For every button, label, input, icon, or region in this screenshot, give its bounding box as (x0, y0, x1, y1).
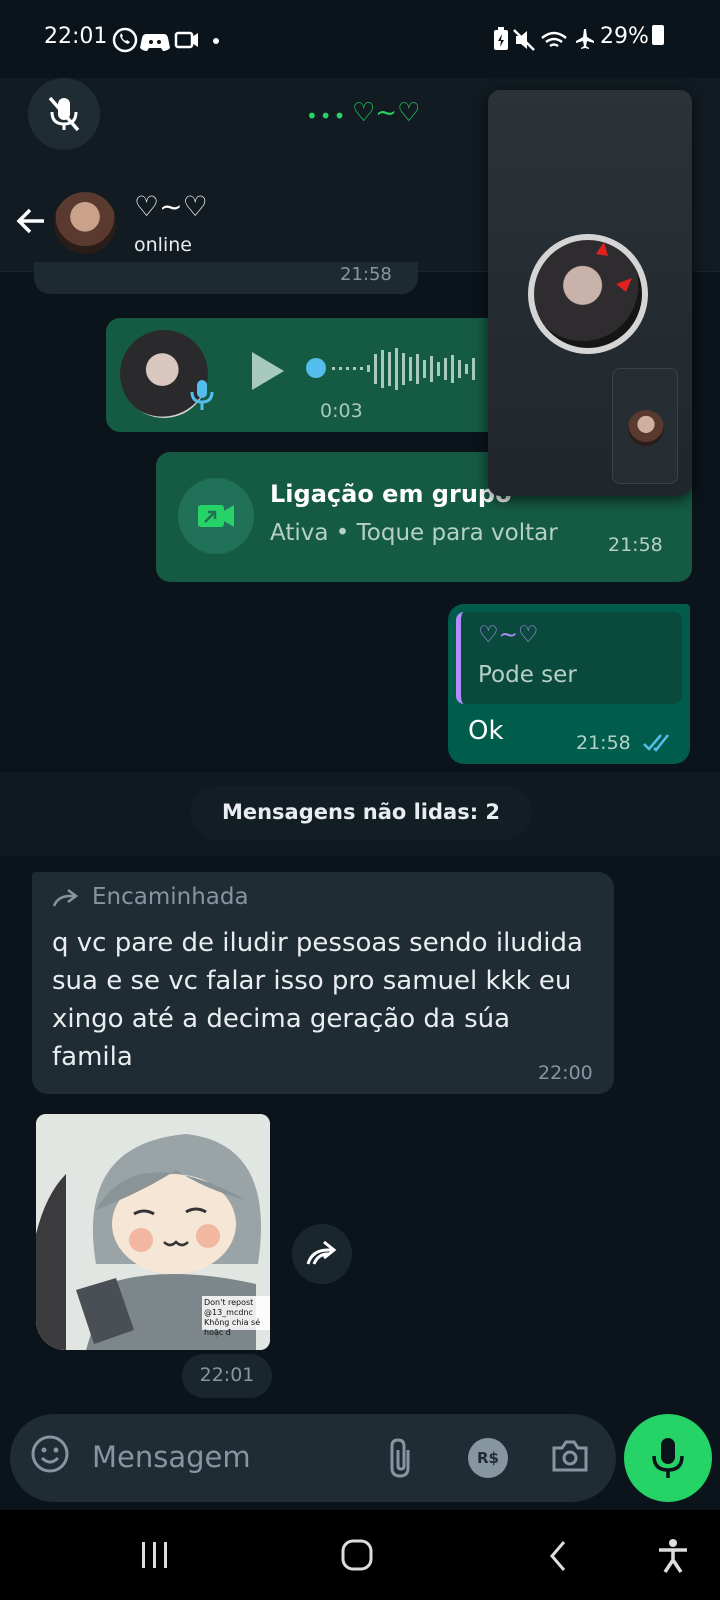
group-call-subtitle: Ativa • Toque para voltar (270, 520, 558, 546)
back-arrow-icon[interactable] (14, 204, 48, 238)
camera-icon[interactable] (550, 1438, 590, 1474)
forward-sticker-button[interactable] (292, 1224, 352, 1284)
whatsapp-icon (112, 27, 138, 53)
mic-off-icon (48, 96, 80, 132)
message-text: Ok (468, 716, 504, 746)
group-call-title: Ligação em grupo (270, 480, 512, 508)
emoji-icon[interactable] (30, 1434, 70, 1474)
message-time: 22:00 (538, 1062, 593, 1084)
share-arrow-icon (306, 1240, 337, 1265)
payment-button[interactable]: R$ (468, 1438, 508, 1478)
message-time: 21:58 (340, 264, 392, 285)
attach-icon[interactable] (384, 1436, 418, 1480)
voice-waveform[interactable] (306, 348, 486, 392)
microphone-badge-icon (190, 380, 214, 410)
sticker-watermark: Don't repost @13_mcdnc Không chia sẻ hoặ… (204, 1298, 261, 1337)
video-call-icon (198, 505, 234, 527)
battery-icon (651, 25, 664, 45)
forwarded-label: Encaminhada (92, 884, 249, 910)
sticker-message[interactable]: Don't repost @13_mcdnc Không chia sẻ hoặ… (36, 1114, 270, 1350)
contact-name[interactable]: ♡~♡ (134, 190, 208, 223)
message-time: 22:01 (199, 1364, 255, 1386)
discord-icon (140, 34, 170, 51)
status-app-icons (112, 27, 219, 53)
quoted-text: Pode ser (478, 662, 577, 688)
video-icon (174, 31, 198, 49)
message-input[interactable]: Mensagem (92, 1440, 251, 1474)
quoted-sender: ♡~♡ (478, 622, 539, 648)
devil-horns-icon (596, 242, 632, 292)
call-indicator-dots: ••• (306, 104, 348, 128)
voice-record-button[interactable] (624, 1414, 712, 1502)
message-text: q vc pare de iludir pessoas sendo iludid… (52, 928, 583, 1072)
battery-saver-icon (494, 27, 508, 50)
status-system-icons (494, 27, 594, 51)
airplane-icon (576, 29, 594, 49)
wifi-icon (541, 31, 567, 48)
contact-avatar[interactable] (52, 190, 118, 256)
mute-icon (513, 29, 535, 51)
mic-mute-button[interactable] (28, 78, 100, 150)
unread-label: Mensagens não lidas: 2 (221, 800, 501, 824)
accessibility-icon[interactable] (656, 1538, 690, 1574)
contact-status: online (134, 234, 192, 256)
mic-icon (652, 1438, 684, 1478)
forwarded-icon (52, 889, 79, 907)
message-time: 21:58 (576, 732, 631, 754)
recent-apps-icon[interactable] (138, 1540, 172, 1570)
status-time: 22:01 (44, 24, 108, 49)
play-icon[interactable] (248, 350, 288, 392)
home-icon[interactable] (340, 1538, 374, 1572)
pip-self-avatar (628, 410, 664, 446)
dot-icon (213, 38, 219, 44)
back-nav-icon[interactable] (546, 1540, 570, 1572)
message-time: 21:58 (608, 534, 663, 556)
voice-duration: 0:03 (320, 400, 363, 422)
read-receipt-icon (643, 734, 669, 752)
call-icon-circle (178, 478, 254, 554)
call-title: ♡~♡ (352, 98, 421, 128)
battery-level: 29% (600, 24, 664, 49)
